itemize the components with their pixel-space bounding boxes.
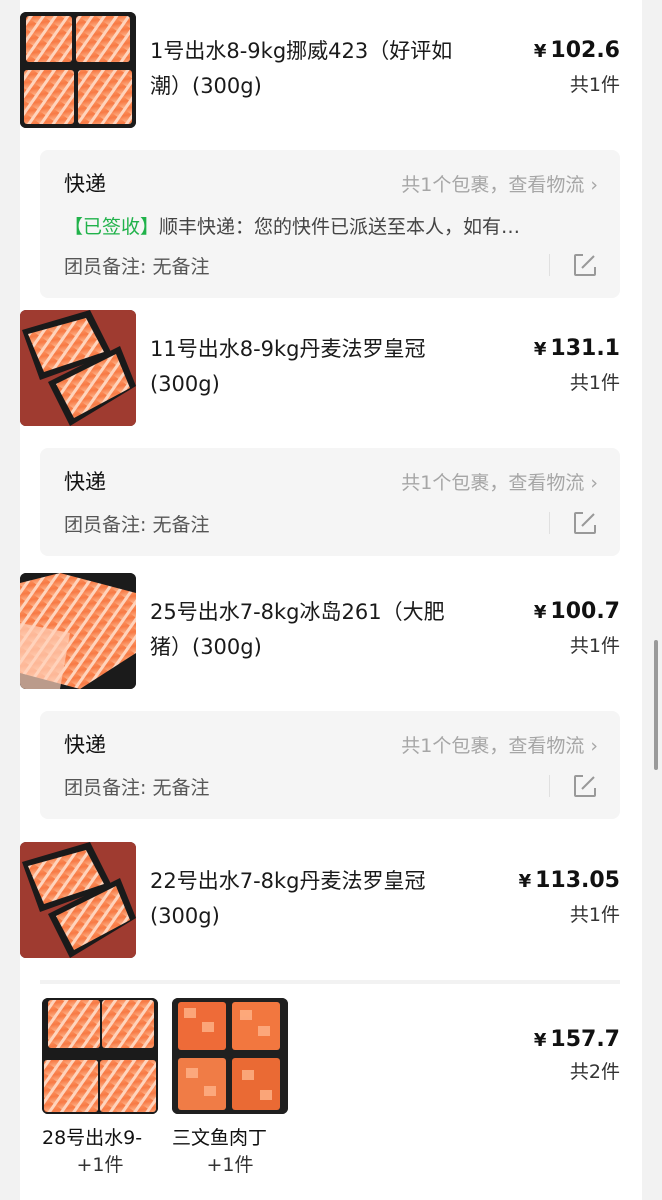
product-image[interactable] — [20, 842, 136, 958]
product-price: ¥102.6 — [534, 38, 620, 63]
signed-tag: 【已签收】 — [64, 216, 160, 238]
product-count: 共1件 — [569, 904, 620, 926]
member-remark: 团员备注: 无备注 — [64, 514, 210, 536]
product-name: 25号出水7-8kg冰岛261（大肥猪）(300g) — [150, 600, 445, 659]
member-remark: 团员备注: 无备注 — [64, 777, 210, 799]
product-image[interactable] — [20, 310, 136, 426]
currency-symbol: ¥ — [533, 339, 547, 360]
divider — [549, 775, 550, 797]
view-logistics-label: 共1个包裹，查看物流 — [401, 472, 585, 494]
chevron-right-icon: › — [590, 472, 598, 494]
view-logistics-label: 共1个包裹，查看物流 — [401, 735, 585, 757]
price-value: 102.6 — [550, 38, 620, 63]
edit-icon[interactable] — [572, 773, 598, 799]
shipping-method: 快递 — [64, 733, 106, 757]
product-name: 11号出水8-9kg丹麦法罗皇冠(300g) — [150, 337, 426, 396]
edit-icon[interactable] — [572, 510, 598, 536]
view-logistics-link[interactable]: 共1个包裹，查看物流 › — [401, 170, 598, 197]
shipping-method: 快递 — [64, 172, 106, 196]
divider — [549, 512, 550, 534]
divider — [549, 254, 550, 276]
shipping-panel: 快递 共1个包裹，查看物流 › 【已签收】顺丰快递：您的快件已派送至本人，如有… … — [40, 150, 620, 298]
product-image[interactable] — [20, 12, 136, 128]
currency-symbol: ¥ — [518, 871, 532, 892]
order-item[interactable]: 25号出水7-8kg冰岛261（大肥猪）(300g) ¥100.7 共1件 — [20, 573, 620, 691]
shipping-panel: 快递 共1个包裹，查看物流 › 团员备注: 无备注 — [40, 448, 620, 556]
shipping-method: 快递 — [64, 470, 106, 494]
delivery-status: 【已签收】顺丰快递：您的快件已派送至本人，如有… — [64, 212, 520, 239]
product-price: ¥100.7 — [534, 599, 620, 624]
currency-symbol: ¥ — [533, 41, 547, 62]
price-value: 100.7 — [550, 599, 620, 624]
product-name: 1号出水8-9kg挪威423（好评如潮）(300g) — [150, 39, 453, 98]
product-price: ¥113.05 — [519, 868, 620, 893]
order-item[interactable]: 1号出水8-9kg挪威423（好评如潮）(300g) ¥102.6 共1件 — [20, 12, 620, 130]
chevron-right-icon: › — [590, 735, 598, 757]
price-value: 113.05 — [535, 868, 620, 893]
product-image[interactable] — [20, 573, 136, 689]
order-item[interactable]: 22号出水7-8kg丹麦法罗皇冠(300g) ¥113.05 共1件 — [20, 842, 620, 960]
currency-symbol: ¥ — [533, 602, 547, 623]
delivery-status-text: 顺丰快递：您的快件已派送至本人，如有… — [159, 216, 521, 238]
view-logistics-label: 共1个包裹，查看物流 — [401, 174, 585, 196]
product-count: 共1件 — [569, 74, 620, 96]
product-price: ¥131.1 — [534, 336, 620, 361]
order-item[interactable]: 11号出水8-9kg丹麦法罗皇冠(300g) ¥131.1 共1件 — [20, 310, 620, 428]
chevron-right-icon: › — [590, 174, 598, 196]
price-value: 131.1 — [550, 336, 620, 361]
member-remark: 团员备注: 无备注 — [64, 256, 210, 278]
edit-icon[interactable] — [572, 252, 598, 278]
shipping-panel: 快递 共1个包裹，查看物流 › 团员备注: 无备注 — [40, 711, 620, 819]
product-name: 22号出水7-8kg丹麦法罗皇冠(300g) — [150, 869, 426, 928]
product-count: 共1件 — [569, 372, 620, 394]
section-divider — [40, 980, 620, 984]
scrollbar[interactable] — [654, 640, 658, 770]
product-count: 共1件 — [569, 635, 620, 657]
view-logistics-link[interactable]: 共1个包裹，查看物流 › — [401, 731, 598, 758]
view-logistics-link[interactable]: 共1个包裹，查看物流 › — [401, 468, 598, 495]
